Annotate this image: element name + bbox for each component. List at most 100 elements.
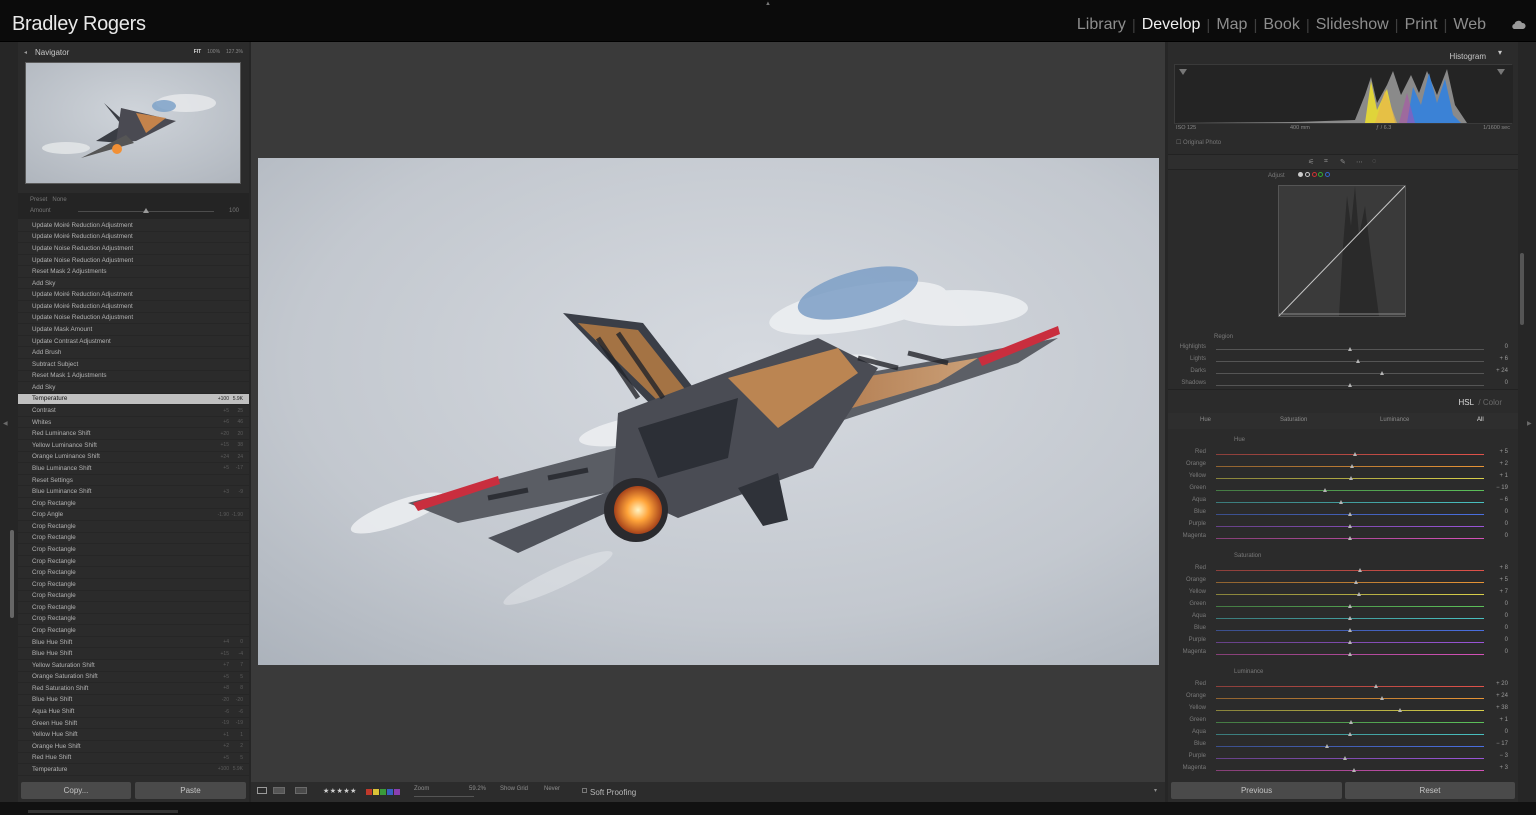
loupe-view-icon[interactable]: [257, 787, 267, 794]
history-item[interactable]: Crop Rectangle: [18, 533, 249, 545]
hsl-hue-blue-slider[interactable]: Blue 0: [1168, 508, 1518, 520]
tone-darks-slider[interactable]: Darks + 24: [1168, 367, 1518, 379]
zoom-slider[interactable]: [414, 796, 474, 797]
hsl-hue-purple-value[interactable]: 0: [1505, 521, 1508, 527]
hsl-saturation-yellow-slider[interactable]: Yellow + 7: [1168, 588, 1518, 600]
hsl-hue-aqua-track[interactable]: [1216, 502, 1484, 503]
history-item[interactable]: Update Contrast Adjustment: [18, 336, 249, 348]
hsl-luminance-orange-thumb[interactable]: [1379, 696, 1384, 700]
hsl-saturation-yellow-value[interactable]: + 7: [1499, 589, 1508, 595]
preset-value[interactable]: None: [52, 197, 66, 203]
tone-shadows-value[interactable]: 0: [1505, 380, 1508, 386]
module-map[interactable]: Map: [1210, 16, 1253, 34]
hsl-hue-red-track[interactable]: [1216, 454, 1484, 455]
hsl-luminance-orange-value[interactable]: + 24: [1496, 693, 1508, 699]
tone-curve-graph[interactable]: [1278, 185, 1406, 317]
zoom-100[interactable]: 100%: [207, 49, 220, 55]
tone-darks-thumb[interactable]: [1379, 371, 1384, 375]
zoom-fit[interactable]: FIT: [194, 49, 202, 55]
history-item[interactable]: Red Luminance Shift +20 20: [18, 428, 249, 440]
toolbar-menu-icon[interactable]: ▾: [1154, 787, 1157, 794]
hsl-hue-yellow-thumb[interactable]: [1348, 476, 1353, 480]
curve-red-icon[interactable]: [1311, 172, 1317, 177]
hsl-hue-orange-slider[interactable]: Orange + 2: [1168, 460, 1518, 472]
hsl-saturation-orange-thumb[interactable]: [1354, 580, 1359, 584]
before-after-split-icon[interactable]: [295, 787, 307, 794]
hsl-luminance-green-slider[interactable]: Green + 1: [1168, 716, 1518, 728]
history-item[interactable]: Blue Hue Shift +4 0: [18, 637, 249, 649]
hsl-luminance-magenta-slider[interactable]: Magenta + 3: [1168, 764, 1518, 776]
history-item[interactable]: Blue Luminance Shift +5 -17: [18, 463, 249, 475]
history-item[interactable]: Update Moiré Reduction Adjustment: [18, 232, 249, 244]
hsl-hue-purple-slider[interactable]: Purple 0: [1168, 520, 1518, 532]
hsl-hue-red-thumb[interactable]: [1352, 452, 1357, 456]
filmstrip-handle[interactable]: [28, 810, 178, 813]
hsl-luminance-aqua-slider[interactable]: Aqua 0: [1168, 728, 1518, 740]
crop-icon[interactable]: ⌗: [1324, 158, 1328, 166]
hsl-tab-all[interactable]: All: [1477, 417, 1484, 423]
hsl-luminance-yellow-thumb[interactable]: [1398, 708, 1403, 712]
edit-sliders-icon[interactable]: ⚟: [1308, 158, 1314, 166]
hsl-hue-yellow-value[interactable]: + 1: [1499, 473, 1508, 479]
color-label-green[interactable]: [380, 789, 386, 795]
hsl-luminance-red-track[interactable]: [1216, 686, 1484, 687]
hsl-luminance-yellow-slider[interactable]: Yellow + 38: [1168, 704, 1518, 716]
color-label-yellow[interactable]: [373, 789, 379, 795]
module-develop[interactable]: Develop: [1136, 16, 1207, 34]
show-grid-value[interactable]: Never: [544, 786, 560, 792]
hsl-saturation-green-slider[interactable]: Green 0: [1168, 600, 1518, 612]
red-eye-icon[interactable]: ⋯: [1356, 158, 1363, 166]
module-web[interactable]: Web: [1447, 16, 1492, 34]
hsl-saturation-orange-track[interactable]: [1216, 582, 1484, 583]
color-title[interactable]: Color: [1483, 398, 1502, 407]
module-slideshow[interactable]: Slideshow: [1310, 16, 1395, 34]
hsl-luminance-blue-slider[interactable]: Blue − 17: [1168, 740, 1518, 752]
tone-lights-thumb[interactable]: [1355, 359, 1360, 363]
history-item[interactable]: Crop Rectangle: [18, 498, 249, 510]
hsl-saturation-magenta-thumb[interactable]: [1347, 652, 1352, 656]
hsl-saturation-magenta-value[interactable]: 0: [1505, 649, 1508, 655]
hsl-hue-red-slider[interactable]: Red + 5: [1168, 448, 1518, 460]
history-item[interactable]: Reset Mask 1 Adjustments: [18, 371, 249, 383]
hsl-tab-luminance[interactable]: Luminance: [1380, 417, 1409, 423]
collapse-triangle-icon[interactable]: ◂: [24, 49, 27, 56]
hsl-luminance-purple-value[interactable]: − 3: [1499, 753, 1508, 759]
hsl-saturation-aqua-value[interactable]: 0: [1505, 613, 1508, 619]
before-after-icon[interactable]: [273, 787, 285, 794]
hsl-hue-aqua-slider[interactable]: Aqua − 6: [1168, 496, 1518, 508]
main-photo[interactable]: [258, 158, 1159, 665]
hsl-hue-orange-thumb[interactable]: [1350, 464, 1355, 468]
hsl-saturation-purple-thumb[interactable]: [1347, 640, 1352, 644]
tone-shadows-slider[interactable]: Shadows 0: [1168, 379, 1518, 391]
collapse-right-arrow-icon[interactable]: ▶: [1527, 420, 1532, 427]
hsl-luminance-aqua-value[interactable]: 0: [1505, 729, 1508, 735]
history-item[interactable]: Aqua Hue Shift -6 -6: [18, 706, 249, 718]
hsl-saturation-yellow-track[interactable]: [1216, 594, 1484, 595]
hsl-luminance-purple-thumb[interactable]: [1343, 756, 1348, 760]
rating-stars[interactable]: ★★★★★: [323, 787, 357, 795]
tone-lights-track[interactable]: [1216, 361, 1484, 362]
history-item[interactable]: Temperature +100 5.9K: [18, 764, 249, 776]
navigator-preview[interactable]: [25, 62, 241, 184]
history-item[interactable]: Crop Rectangle: [18, 521, 249, 533]
tone-darks-value[interactable]: + 24: [1496, 368, 1508, 374]
collapse-top-arrow-icon[interactable]: ▲: [765, 1, 771, 7]
hsl-saturation-purple-value[interactable]: 0: [1505, 637, 1508, 643]
hsl-luminance-magenta-track[interactable]: [1216, 770, 1484, 771]
hsl-header[interactable]: HSL / Color: [1168, 396, 1518, 410]
hsl-saturation-aqua-slider[interactable]: Aqua 0: [1168, 612, 1518, 624]
left-panel-scrollbar[interactable]: [10, 530, 14, 618]
history-item[interactable]: Update Moiré Reduction Adjustment: [18, 301, 249, 313]
copy-button[interactable]: Copy...: [21, 782, 131, 799]
history-item[interactable]: Orange Luminance Shift +24 24: [18, 452, 249, 464]
tone-highlights-thumb[interactable]: [1347, 347, 1352, 351]
amount-value[interactable]: 100: [229, 208, 239, 214]
module-print[interactable]: Print: [1399, 16, 1444, 34]
hsl-hue-green-slider[interactable]: Green − 19: [1168, 484, 1518, 496]
color-label-purple[interactable]: [394, 789, 400, 795]
curve-parametric-icon[interactable]: [1298, 172, 1304, 177]
hsl-luminance-blue-value[interactable]: − 17: [1496, 741, 1508, 747]
hsl-saturation-purple-slider[interactable]: Purple 0: [1168, 636, 1518, 648]
tone-highlights-slider[interactable]: Highlights 0: [1168, 343, 1518, 355]
tone-shadows-thumb[interactable]: [1347, 383, 1352, 387]
